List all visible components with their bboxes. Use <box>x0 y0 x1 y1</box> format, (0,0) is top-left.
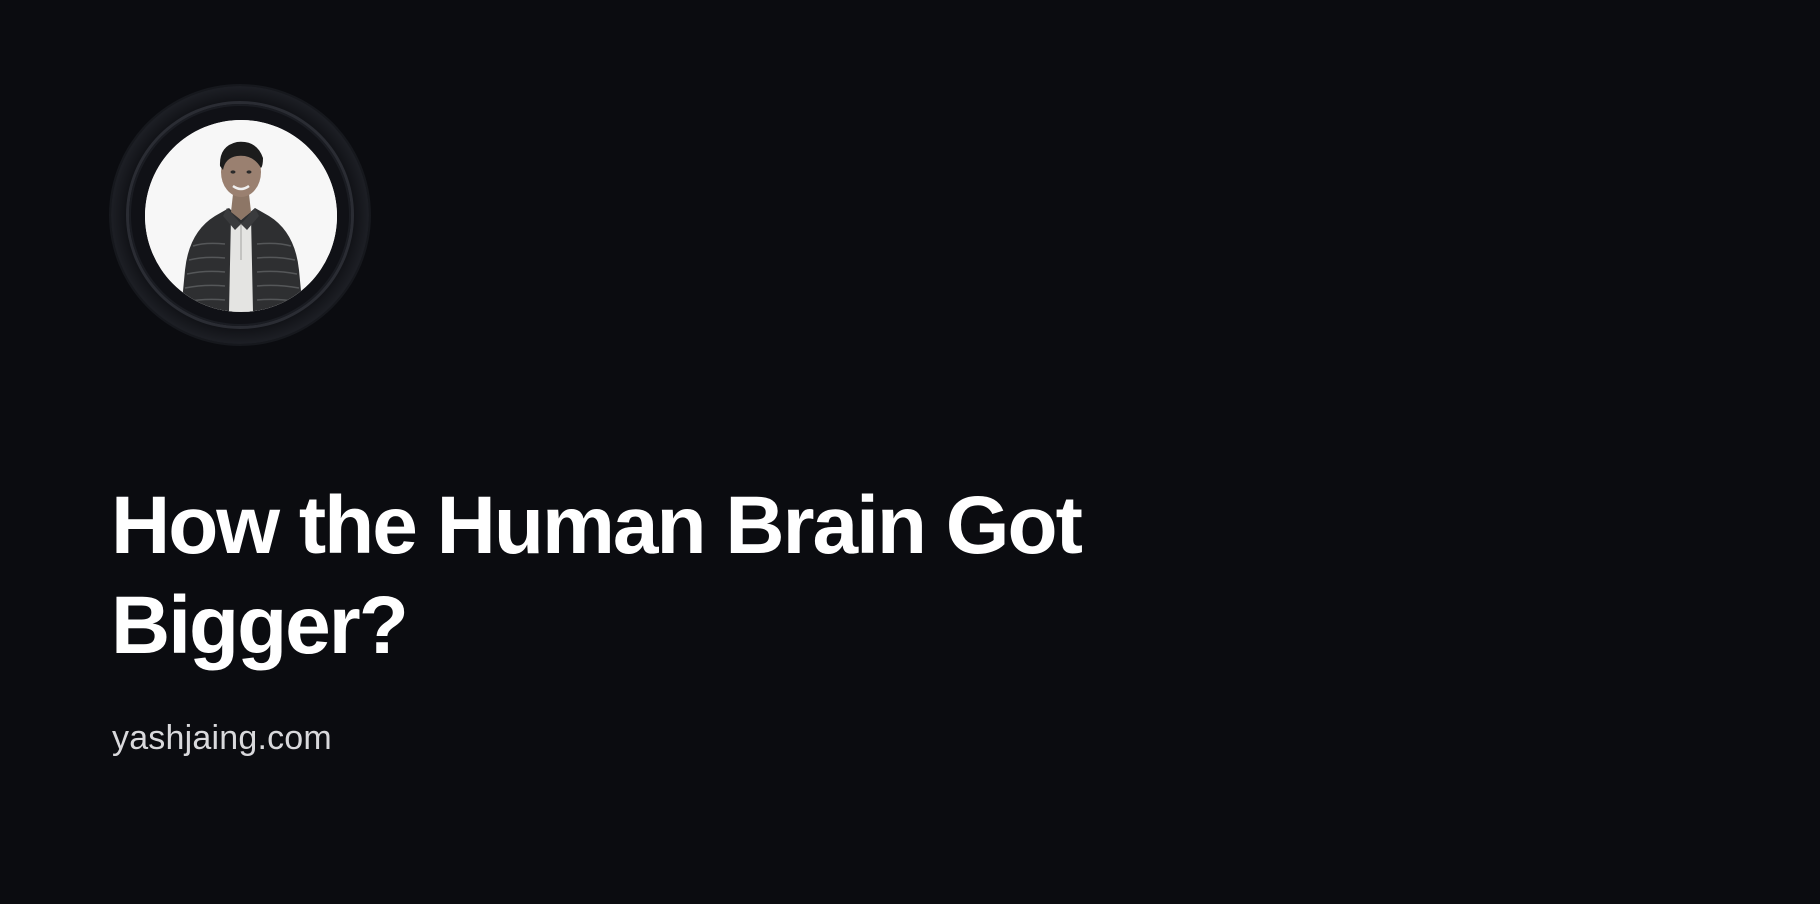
social-card: How the Human Brain Got Bigger? yashjain… <box>0 0 1820 904</box>
avatar <box>145 120 337 312</box>
site-domain: yashjaing.com <box>112 719 332 757</box>
person-photo-icon <box>145 120 337 312</box>
article-title: How the Human Brain Got Bigger? <box>111 480 1083 671</box>
